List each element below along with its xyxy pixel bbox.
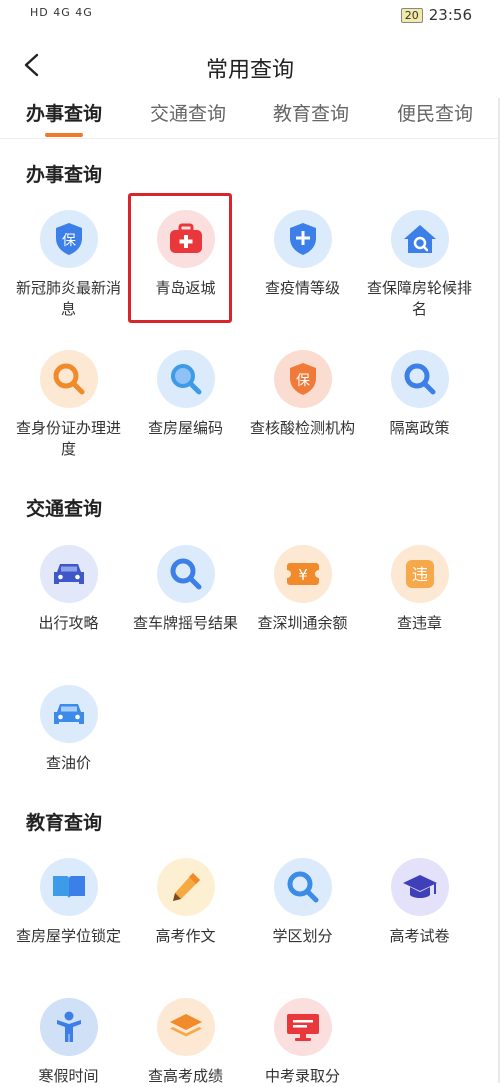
item-id-card-progress[interactable]: 查身份证办理进度 [10,350,127,460]
shield-plus-icon [273,210,332,268]
item-gaokao-papers[interactable]: 高考试卷 [361,858,478,947]
tab-convenience[interactable]: 便民查询 [397,99,473,126]
shield-icon: 保 [273,350,332,408]
item-zhongkao-cutoff[interactable]: 中考录取分 [244,998,361,1087]
tab-affairs[interactable]: 办事查询 [26,99,102,126]
item-label: 查房屋编码 [147,419,223,437]
pencil-icon [156,858,215,916]
item-travel-guide[interactable]: 出行攻略 [10,545,127,634]
item-violations[interactable]: 违 查违章 [361,545,478,634]
svg-text:¥: ¥ [298,566,308,584]
layers-icon [156,998,215,1056]
item-covid-news[interactable]: 保 新冠肺炎最新消息 [10,210,127,320]
status-bar: HD 4G 4G 20 23:56 [0,0,500,36]
item-shenzhen-card-balance[interactable]: ¥ 查深圳通余额 [244,545,361,634]
active-tab-indicator [45,133,83,137]
item-housing-queue[interactable]: 查保障房轮候排名 [361,210,478,320]
yuan-ticket-icon: ¥ [273,545,332,603]
item-label: 寒假时间 [38,1067,99,1085]
signal-indicators: HD 4G 4G [30,6,93,19]
search-icon [156,545,215,603]
person-icon [39,998,98,1056]
search-icon [156,350,215,408]
violation-icon: 违 [390,545,449,603]
item-label: 查高考成绩 [147,1067,223,1085]
monitor-icon [273,998,332,1056]
car-icon [39,685,98,743]
svg-text:保: 保 [296,373,310,389]
item-label: 高考作文 [155,927,216,945]
item-winter-vacation[interactable]: 寒假时间 [10,998,127,1087]
item-label: 高考试卷 [389,927,450,945]
item-label: 查核酸检测机构 [250,419,356,437]
item-epidemic-level[interactable]: 查疫情等级 [244,210,361,299]
item-school-lock[interactable]: 查房屋学位锁定 [10,858,127,947]
item-label: 查油价 [45,754,91,772]
page-title: 常用查询 [205,58,294,83]
item-oil-price[interactable]: 查油价 [10,685,127,774]
item-gaokao-score[interactable]: 查高考成绩 [127,998,244,1087]
item-label: 查违章 [396,614,442,632]
highlight-box [128,193,232,323]
item-label: 中考录取分 [264,1067,340,1085]
item-quarantine-policy[interactable]: 隔离政策 [361,350,478,439]
car-icon [39,545,98,603]
item-school-district[interactable]: 学区划分 [244,858,361,947]
item-label: 查深圳通余额 [257,614,348,632]
item-gaokao-essay[interactable]: 高考作文 [127,858,244,947]
section-title-traffic: 交通查询 [26,498,103,520]
search-icon [390,350,449,408]
tab-traffic[interactable]: 交通查询 [150,99,226,126]
clock: 23:56 [428,6,472,24]
svg-text:违: 违 [411,565,427,584]
item-label: 查房屋学位锁定 [16,927,122,945]
tab-bar: 办事查询 交通查询 教育查询 便民查询 [0,96,500,139]
item-label: 查保障房轮候排名 [367,279,473,318]
house-search-icon [390,210,449,268]
item-nucleic-test-sites[interactable]: 保 查核酸检测机构 [244,350,361,439]
item-label: 出行攻略 [38,614,99,632]
shield-icon: 保 [39,210,98,268]
item-label: 学区划分 [272,927,333,945]
section-title-affairs: 办事查询 [26,164,103,186]
item-label: 查身份证办理进度 [16,419,122,458]
svg-text:保: 保 [62,233,76,249]
tab-education[interactable]: 教育查询 [273,99,349,126]
item-label: 查疫情等级 [264,279,340,297]
item-label: 新冠肺炎最新消息 [16,279,122,318]
item-label: 查车牌摇号结果 [133,614,239,632]
item-label: 隔离政策 [389,419,450,437]
item-plate-lottery[interactable]: 查车牌摇号结果 [127,545,244,634]
search-icon [39,350,98,408]
item-house-code[interactable]: 查房屋编码 [127,350,244,439]
graduation-cap-icon [390,858,449,916]
search-icon [273,858,332,916]
header: 常用查询 [0,40,500,90]
section-title-education: 教育查询 [26,812,103,834]
book-icon [39,858,98,916]
battery-icon: 20 [400,7,423,23]
